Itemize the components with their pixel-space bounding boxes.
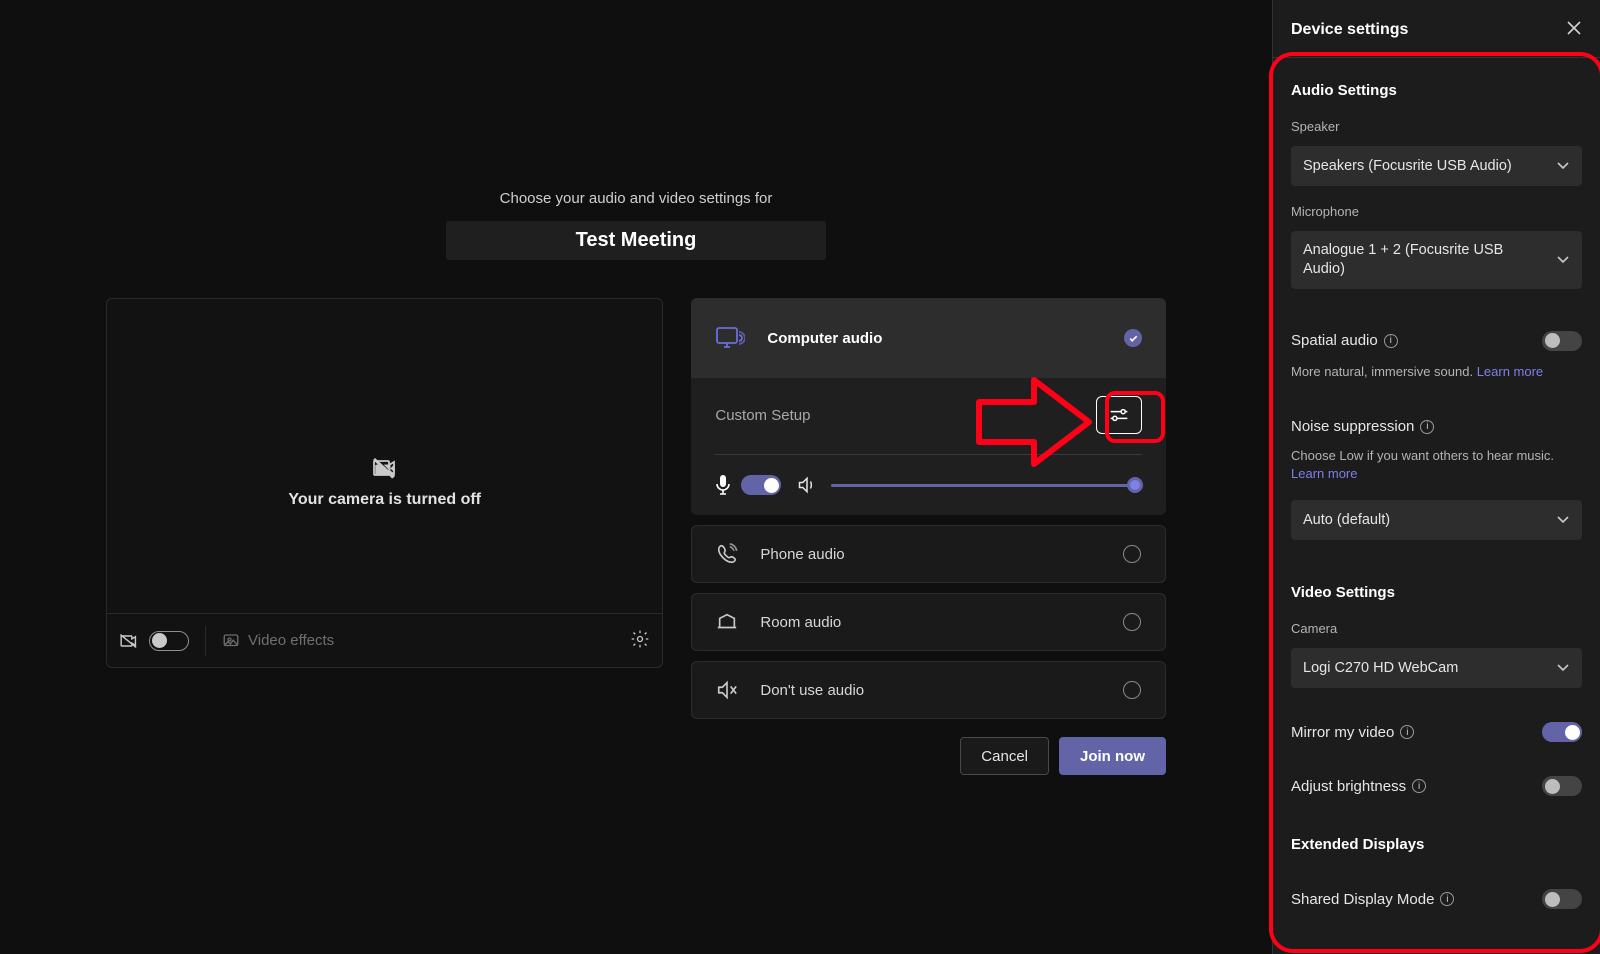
device-settings-panel: Device settings Audio Settings Speaker S…	[1272, 0, 1600, 954]
chevron-down-icon	[1556, 255, 1570, 265]
radio-unselected	[1123, 613, 1141, 631]
info-icon[interactable]: i	[1400, 725, 1414, 739]
camera-off-small-icon	[119, 633, 139, 649]
extended-displays-heading: Extended Displays	[1291, 836, 1582, 853]
video-effects-button[interactable]: Video effects	[222, 632, 334, 650]
cancel-label: Cancel	[981, 748, 1028, 765]
panel-title: Device settings	[1291, 21, 1408, 39]
spatial-audio-toggle[interactable]	[1542, 331, 1582, 351]
audio-settings-heading: Audio Settings	[1291, 82, 1582, 99]
open-device-settings-button[interactable]	[1096, 396, 1142, 434]
camera-settings-button[interactable]	[630, 629, 650, 652]
speaker-off-icon	[716, 680, 738, 700]
adjust-brightness-toggle[interactable]	[1542, 776, 1582, 796]
adjust-brightness-label: Adjust brightness	[1291, 778, 1406, 795]
computer-audio-label: Computer audio	[767, 330, 1102, 347]
speaker-volume-slider[interactable]	[831, 484, 1142, 487]
audio-options-column: Computer audio Custom Setup	[691, 298, 1166, 775]
noise-value: Auto (default)	[1303, 512, 1390, 528]
mirror-video-label: Mirror my video	[1291, 724, 1394, 741]
microphone-value: Analogue 1 + 2 (Focusrite USB Audio)	[1303, 241, 1546, 279]
panel-header: Device settings	[1273, 0, 1600, 58]
room-audio-option[interactable]: Room audio	[691, 593, 1166, 651]
mic-toggle[interactable]	[741, 475, 781, 495]
microphone-field-label: Microphone	[1291, 204, 1582, 219]
gear-icon	[630, 629, 650, 649]
camera-preview: Your camera is turned off Video eff	[106, 298, 663, 668]
computer-audio-option[interactable]: Computer audio	[691, 298, 1166, 378]
mirror-video-toggle[interactable]	[1542, 722, 1582, 742]
camera-bottom-bar: Video effects	[107, 613, 662, 667]
backgrounds-icon	[222, 632, 240, 650]
camera-field-label: Camera	[1291, 621, 1582, 636]
room-audio-label: Room audio	[760, 614, 1101, 631]
join-now-button[interactable]: Join now	[1059, 737, 1166, 775]
radio-unselected	[1123, 545, 1141, 563]
info-icon[interactable]: i	[1420, 420, 1434, 434]
video-effects-label: Video effects	[248, 632, 334, 649]
meeting-title: Test Meeting	[446, 229, 826, 252]
radio-unselected	[1123, 681, 1141, 699]
custom-setup-label: Custom Setup	[715, 407, 810, 424]
chevron-down-icon	[1556, 663, 1570, 673]
custom-setup-block: Custom Setup	[691, 378, 1166, 515]
dont-use-audio-label: Don't use audio	[760, 682, 1101, 699]
phone-audio-option[interactable]: Phone audio	[691, 525, 1166, 583]
selected-check-icon	[1124, 329, 1142, 347]
noise-suppression-label: Noise suppression	[1291, 418, 1414, 435]
pre-join-screen: Choose your audio and video settings for…	[0, 0, 1272, 954]
room-icon	[716, 612, 738, 632]
dont-use-audio-option[interactable]: Don't use audio	[691, 661, 1166, 719]
video-settings-heading: Video Settings	[1291, 584, 1582, 601]
learn-more-link[interactable]: Learn more	[1477, 364, 1543, 379]
learn-more-link[interactable]: Learn more	[1291, 466, 1357, 481]
microphone-icon	[715, 475, 731, 495]
camera-select[interactable]: Logi C270 HD WebCam	[1291, 648, 1582, 688]
prompt-text: Choose your audio and video settings for	[0, 190, 1272, 207]
noise-hint: Choose Low if you want others to hear mu…	[1291, 447, 1582, 482]
panel-body: Audio Settings Speaker Speakers (Focusri…	[1273, 58, 1600, 939]
info-icon[interactable]: i	[1440, 892, 1454, 906]
microphone-select[interactable]: Analogue 1 + 2 (Focusrite USB Audio)	[1291, 231, 1582, 289]
shared-display-label: Shared Display Mode	[1291, 891, 1434, 908]
close-panel-button[interactable]	[1566, 20, 1582, 39]
camera-value: Logi C270 HD WebCam	[1303, 660, 1458, 676]
spatial-audio-label: Spatial audio	[1291, 332, 1378, 349]
chevron-down-icon	[1556, 161, 1570, 171]
join-label: Join now	[1080, 748, 1145, 765]
noise-suppression-select[interactable]: Auto (default)	[1291, 500, 1582, 540]
speaker-select[interactable]: Speakers (Focusrite USB Audio)	[1291, 146, 1582, 186]
slider-thumb[interactable]	[1127, 477, 1143, 493]
speaker-field-label: Speaker	[1291, 119, 1582, 134]
spatial-hint: More natural, immersive sound. Learn mor…	[1291, 363, 1582, 381]
phone-icon	[716, 543, 738, 565]
info-icon[interactable]: i	[1384, 334, 1398, 348]
shared-display-toggle[interactable]	[1542, 889, 1582, 909]
desktop-audio-icon	[715, 325, 745, 351]
sliders-icon	[1109, 408, 1129, 422]
cancel-button[interactable]: Cancel	[960, 737, 1049, 775]
phone-audio-label: Phone audio	[760, 546, 1101, 563]
close-icon	[1566, 20, 1582, 36]
chevron-down-icon	[1556, 515, 1570, 525]
computer-audio-card: Computer audio Custom Setup	[691, 298, 1166, 515]
speaker-icon	[797, 476, 817, 494]
camera-toggle[interactable]	[149, 631, 189, 651]
camera-off-icon	[371, 457, 399, 479]
meeting-title-field[interactable]: Test Meeting	[446, 221, 826, 260]
camera-off-message: Your camera is turned off	[288, 491, 481, 509]
info-icon[interactable]: i	[1412, 779, 1426, 793]
speaker-value: Speakers (Focusrite USB Audio)	[1303, 158, 1512, 174]
